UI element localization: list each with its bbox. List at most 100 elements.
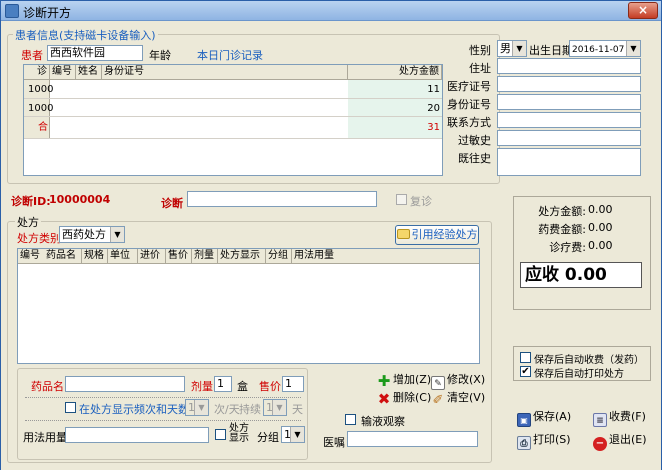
group-select[interactable]: 1 ▼ <box>281 426 305 443</box>
allergy-label: 过敏史 <box>458 134 491 147</box>
allergy-input[interactable] <box>497 130 641 146</box>
drug-fee-label: 药费金额: <box>538 223 586 236</box>
col-drug-name: 药品名 <box>44 249 82 264</box>
chevron-down-icon: ▼ <box>272 400 286 415</box>
duration-unit: 天 <box>292 403 303 416</box>
charge-button[interactable]: ≡ 收费(F) <box>593 409 646 427</box>
chevron-down-icon: ▼ <box>110 227 124 242</box>
rx-amount-label: 处方金额: <box>538 205 586 218</box>
diagnosis-id-value: 10000004 <box>49 193 111 206</box>
exit-button[interactable]: − 退出(E) <box>593 432 647 451</box>
usage-label: 用法用量 <box>23 431 67 444</box>
col-number: 编号 <box>50 65 76 80</box>
diagnosis-id-label: 诊断ID: <box>11 195 51 208</box>
rx-show-label: 处方显示 <box>229 423 249 444</box>
treat-fee-label: 诊疗费: <box>549 241 586 254</box>
rx-show-checkbox[interactable] <box>215 429 226 440</box>
auto-charge-checkbox[interactable] <box>520 352 531 363</box>
col-usage: 用法用量 <box>294 250 334 261</box>
diagnosis-input[interactable] <box>187 191 377 207</box>
col-group: 分组 <box>266 249 292 264</box>
gender-label: 性别 <box>469 44 491 57</box>
address-input[interactable] <box>497 58 641 74</box>
birth-date-label: 出生日期 <box>529 44 573 57</box>
col-idcard: 身份证号 <box>102 65 348 80</box>
insurance-label: 医疗证号 <box>447 80 491 93</box>
patient-label: 患者 <box>21 49 43 62</box>
modify-button[interactable]: ✎ 修改(X) <box>431 372 485 390</box>
usage-input[interactable] <box>65 427 209 443</box>
title-bar[interactable]: 诊断开方 × <box>1 1 661 21</box>
edit-icon: ✎ <box>431 376 445 390</box>
history-label: 既往史 <box>458 152 491 165</box>
records-table[interactable]: 诊 编号 姓名 身份证号 处方金额 1000 11 1000 20 合 31 <box>23 64 443 176</box>
col-spec: 规格 <box>82 249 108 264</box>
idcard-input[interactable] <box>497 94 641 110</box>
patient-name-input[interactable]: 西西软件园 <box>47 45 143 61</box>
cite-experience-rx-button[interactable]: 引用经验处方 <box>395 225 479 245</box>
drug-name-label: 药品名 <box>31 380 64 393</box>
contact-label: 联系方式 <box>447 116 491 129</box>
broom-icon: ✐ <box>432 393 444 408</box>
row-divider <box>24 138 442 139</box>
col-diag: 诊 <box>24 65 50 80</box>
receipt-icon: ≡ <box>593 413 607 427</box>
table-row-diag[interactable]: 1000 <box>28 83 53 97</box>
exit-icon: − <box>593 437 607 451</box>
advice-label: 医嘱 <box>323 436 345 449</box>
insurance-input[interactable] <box>497 76 641 92</box>
gender-value: 男 <box>500 42 511 55</box>
chevron-down-icon: ▼ <box>512 41 526 56</box>
dose-unit: 盒 <box>237 380 248 393</box>
rx-table-header: 编号 药品名 规格 单位 进价 售价 剂量 处方显示 分组 用法用量 <box>18 249 479 264</box>
freq-select[interactable]: 1 ▼ <box>185 399 209 416</box>
rx-type-select[interactable]: 西药处方 ▼ <box>59 226 125 243</box>
freq-unit: 次/天 <box>214 403 240 416</box>
revisit-checkbox[interactable] <box>396 194 407 205</box>
delete-button[interactable]: ✖ 删除(C) <box>377 390 432 407</box>
col-unit: 单位 <box>108 249 138 264</box>
drug-name-input[interactable] <box>65 376 185 392</box>
floppy-disk-icon: ▣ <box>517 413 531 427</box>
table-row-diag[interactable]: 1000 <box>28 102 53 116</box>
show-freq-label: 在处方显示频次和天数 <box>79 403 189 416</box>
close-button[interactable]: × <box>628 2 658 19</box>
diagnosis-label: 诊断 <box>161 197 183 210</box>
revisit-label: 复诊 <box>410 195 432 208</box>
save-button[interactable]: ▣ 保存(A) <box>517 409 571 427</box>
auto-print-checkbox[interactable]: ✔ <box>520 366 531 377</box>
row-divider <box>24 116 442 117</box>
contact-input[interactable] <box>497 112 641 128</box>
dose-label: 剂量 <box>191 380 213 393</box>
prescription-items-table[interactable]: 编号 药品名 规格 单位 进价 售价 剂量 处方显示 分组 用法用量 <box>17 248 480 364</box>
price-input[interactable]: 1 <box>282 376 304 392</box>
duration-label: 持续 <box>239 403 261 416</box>
idcard-label: 身份证号 <box>447 98 491 111</box>
col-cost: 进价 <box>138 249 166 264</box>
infusion-checkbox[interactable] <box>345 414 356 425</box>
birth-date-value: 2016-11-07 <box>572 45 625 55</box>
patient-info-legend: 患者信息(支持磁卡设备输入) <box>13 27 158 43</box>
chevron-down-icon: ▼ <box>626 41 640 56</box>
history-input[interactable] <box>497 148 641 176</box>
clear-button[interactable]: ✐ 清空(V) <box>431 390 486 408</box>
prescription-legend: 处方 <box>15 214 41 230</box>
birth-date-picker[interactable]: 2016-11-07 ▼ <box>569 40 641 57</box>
auto-charge-label: 保存后自动收费（发药） <box>534 355 644 366</box>
dose-input[interactable]: 1 <box>214 376 232 392</box>
add-button[interactable]: ✚ 增加(Z) <box>377 372 431 389</box>
today-records-link[interactable]: 本日门诊记录 <box>197 47 263 63</box>
col-rx-number: 编号 <box>20 250 40 261</box>
options-panel: 保存后自动收费（发药） ✔ 保存后自动打印处方 <box>513 346 651 381</box>
duration-select[interactable]: 1 ▼ <box>263 399 287 416</box>
summary-panel: 处方金额: 0.00 药费金额: 0.00 诊疗费: 0.00 应收 0.00 <box>513 196 651 310</box>
col-dose: 剂量 <box>192 249 218 264</box>
advice-input[interactable] <box>347 431 478 447</box>
table-total-label: 合 <box>38 122 48 133</box>
print-button[interactable]: ⎙ 打印(S) <box>517 432 571 450</box>
gender-select[interactable]: 男 ▼ <box>497 40 527 57</box>
show-freq-checkbox[interactable] <box>65 402 76 413</box>
address-label: 住址 <box>469 62 491 75</box>
main-window: 诊断开方 × 患者信息(支持磁卡设备输入) 患者 西西软件园 年龄 本日门诊记录… <box>0 0 662 470</box>
dotted-divider <box>25 397 301 398</box>
